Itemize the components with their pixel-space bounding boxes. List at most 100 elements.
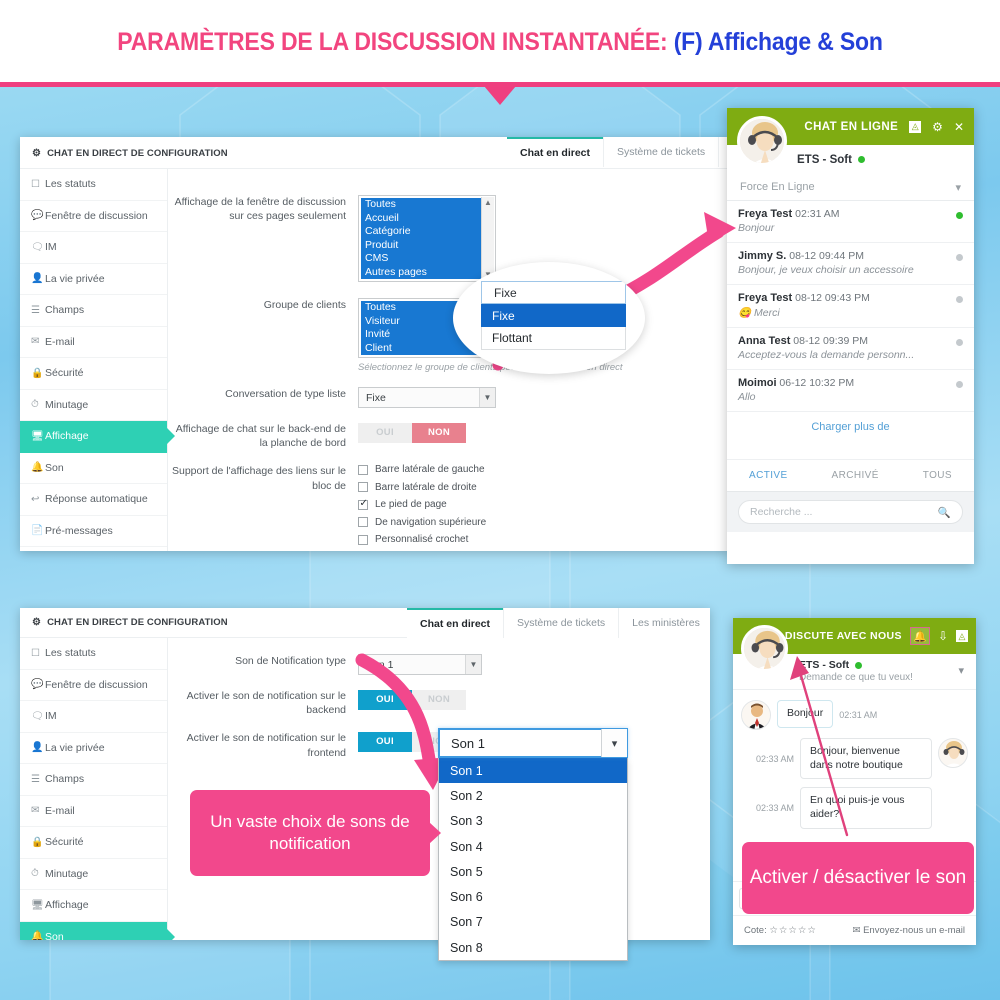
conversation-item[interactable]: Freya Test 08-12 09:43 PM 😋 Merci [727,285,974,328]
pages-multiselect[interactable]: Toutes Accueil Catégorie Produit CMS Aut… [358,195,496,282]
sidebar-item-pre-messages[interactable]: 📄 Pré-messages [20,516,167,547]
search-icon[interactable]: 🔍 [938,506,951,519]
chevron-down-icon[interactable]: ▼ [479,388,495,407]
sound-option-8[interactable]: Son 8 [439,935,627,960]
checkbox-row-right-sidebar[interactable]: Barre latérale de droite [358,482,730,493]
sound-backend-toggle[interactable]: OUI NON [358,689,466,710]
sidebar-item-email[interactable]: ✉ E-mail [20,327,167,358]
sidebar-item-minutage[interactable]: ⏱ Minutage [20,390,167,421]
option-toutes[interactable]: Toutes [361,198,493,212]
toggle-no[interactable]: NON [412,689,466,710]
checkbox-icon-checked[interactable] [358,498,368,510]
chevron-down-icon[interactable]: ▼ [465,655,481,674]
expand-icon[interactable]: ◬ [956,630,968,642]
sound-option-2[interactable]: Son 2 [439,783,627,808]
rating-stars[interactable]: ☆☆☆☆☆ [769,925,817,936]
tab-active[interactable]: ACTIVE [749,470,788,481]
expand-icon[interactable]: ◬ [909,120,922,133]
load-more-link[interactable]: Charger plus de [727,412,974,437]
sidebar-item-fenetre-de-discussion[interactable]: 💬 Fenêtre de discussion [20,670,167,701]
sound-option-6[interactable]: Son 6 [439,884,627,909]
chevron-down-icon[interactable]: ▾ [601,729,627,757]
email-link[interactable]: ✉ Envoyez-nous un e-mail [852,925,965,936]
tab-systeme-de-tickets[interactable]: Système de tickets [503,608,619,638]
option-cms[interactable]: CMS [361,252,493,266]
checkbox-icon[interactable] [358,482,368,493]
envelope-icon: ✉ [852,925,861,936]
conversation-item[interactable]: Anna Test 08-12 09:39 PM Acceptez-vous l… [727,328,974,370]
tab-systeme-de-tickets[interactable]: Système de tickets [603,137,719,167]
checkbox-icon[interactable] [358,464,368,475]
magnified-select-field[interactable]: Fixe [481,281,626,304]
option-categorie[interactable]: Catégorie [361,225,493,239]
option-autres-pages[interactable]: Autres pages [361,265,493,279]
sound-option-3[interactable]: Son 3 [439,809,627,834]
sidebar-item-son[interactable]: 🔔 Son [20,453,167,484]
checkbox-row-top-nav[interactable]: De navigation supérieure [358,517,730,528]
tab-tous[interactable]: TOUS [923,470,952,481]
sound-dropdown-field[interactable]: Son 1 ▾ [438,728,628,758]
conversation-item[interactable]: Freya Test 02:31 AM Bonjour [727,201,974,243]
message-bubble: Bonjour [777,700,834,728]
sound-option-1[interactable]: Son 1 [439,758,627,784]
bell-icon[interactable]: 🔔 [909,627,930,645]
sidebar-item-les-statuts[interactable]: ☐ Les statuts [20,169,167,201]
toggle-yes[interactable]: OUI [358,422,412,443]
sound-option-5[interactable]: Son 5 [439,859,627,884]
conversation-item[interactable]: Moimoi 06-12 10:32 PM Allo [727,370,974,412]
collapse-icon[interactable]: ⇩ [938,630,948,642]
display-sidebar: ☐ Les statuts 💬 Fenêtre de discussion 🗨 … [20,169,168,551]
force-online-select[interactable]: Force En Ligne ▾ [727,174,974,201]
chevron-down-icon[interactable]: ▾ [955,181,961,194]
gear-icon[interactable]: ⚙ [932,121,943,133]
option-accueil[interactable]: Accueil [361,211,493,225]
chat-conv-footer: Cote: ☆☆☆☆☆ ✉ Envoyez-nous un e-mail [733,915,976,945]
sidebar-item-email[interactable]: ✉ E-mail [20,796,167,827]
tab-chat-en-direct[interactable]: Chat en direct [507,137,604,167]
sidebar-item-la-vie-privee[interactable]: 👤 La vie privée [20,264,167,295]
page-title: PARAMÈTRES DE LA DISCUSSION INSTANTANÉE:… [117,28,883,57]
option-produit[interactable]: Produit [361,238,493,252]
sidebar-item-affichage[interactable]: 🖥 Affichage [20,421,167,453]
magnified-option-fixe[interactable]: Fixe [481,304,626,327]
sound-option-7[interactable]: Son 7 [439,910,627,935]
sidebar-item-securite[interactable]: 🔒 Sécurité [20,358,167,390]
scroll-up-icon[interactable]: ▲ [484,198,492,207]
toggle-no[interactable]: NON [412,422,466,443]
sidebar-item-les-statuts[interactable]: ☐ Les statuts [20,638,167,670]
sidebar-item-securite[interactable]: 🔒 Sécurité [20,827,167,859]
sidebar-item-im[interactable]: 🗨 IM [20,701,167,733]
search-input[interactable]: Recherche ... 🔍 [738,500,963,524]
tab-chat-en-direct[interactable]: Chat en direct [407,608,504,638]
sidebar-item-champs[interactable]: ☰ Champs [20,764,167,796]
sound-option-4[interactable]: Son 4 [439,834,627,859]
tab-les-ministeres[interactable]: Les ministères [618,608,710,638]
magnified-option-flottant[interactable]: Flottant [481,327,626,350]
toggle-yes[interactable]: OUI [358,689,412,710]
toggle-yes[interactable]: OUI [358,731,412,752]
online-status-dot [857,156,865,163]
checkbox-row-custom-hook[interactable]: Personnalisé crochet [358,534,730,545]
checkbox-row-left-sidebar[interactable]: Barre latérale de gauche [358,464,730,475]
sidebar-item-minutage[interactable]: ⏱ Minutage [20,859,167,890]
sidebar-item-affichage[interactable]: 🖥 Affichage [20,890,167,922]
sidebar-item-fenetre-de-discussion[interactable]: 💬 Fenêtre de discussion [20,201,167,232]
sidebar-item-reponse-automatique[interactable]: ↩ Réponse automatique [20,484,167,516]
sound-type-select[interactable]: Son 1 ▼ [358,654,482,675]
checkbox-row-footer[interactable]: Le pied de page [358,498,730,510]
backend-display-toggle[interactable]: OUI NON [358,422,466,443]
checkbox-icon[interactable] [358,517,368,528]
checkbox-icon[interactable] [358,534,368,545]
close-icon[interactable]: ✕ [954,121,964,133]
multiselect-scrollbar[interactable]: ▲ ▼ [481,197,494,280]
chevron-down-icon[interactable]: ▾ [958,664,964,677]
conversation-item[interactable]: Jimmy S. 08-12 09:44 PM Bonjour, je veux… [727,243,974,285]
list-type-select[interactable]: Fixe ▼ [358,387,496,408]
rating-area[interactable]: Cote: ☆☆☆☆☆ [744,925,817,936]
tab-archive[interactable]: ARCHIVÉ [832,470,879,481]
sidebar-item-son[interactable]: 🔔 Son [20,921,167,940]
conversation-time: 06-12 10:32 PM [779,377,855,389]
sidebar-item-la-vie-privee[interactable]: 👤 La vie privée [20,733,167,764]
sidebar-item-im[interactable]: 🗨 IM [20,232,167,264]
sidebar-item-champs[interactable]: ☰ Champs [20,295,167,327]
